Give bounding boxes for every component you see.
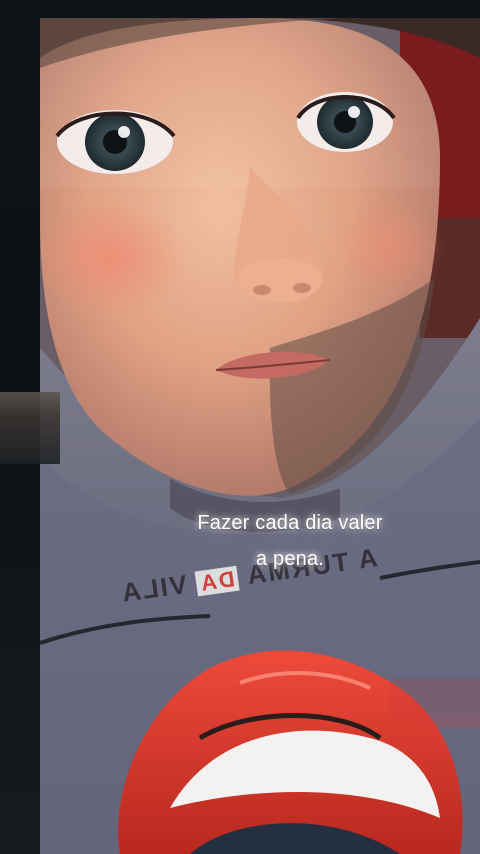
caption-line-2: a pena. <box>255 548 325 570</box>
glitch-overlay <box>0 392 60 464</box>
caption-text: Fazer cada dia valer a pena. <box>150 505 430 577</box>
video-frame: A TURMA DA VILA Fazer cada dia valer a p… <box>0 0 480 854</box>
photo-illustration <box>40 18 480 854</box>
caption-line-1: Fazer cada dia valer <box>197 512 383 534</box>
top-bar <box>0 0 480 18</box>
face-filter-photo <box>40 18 480 854</box>
